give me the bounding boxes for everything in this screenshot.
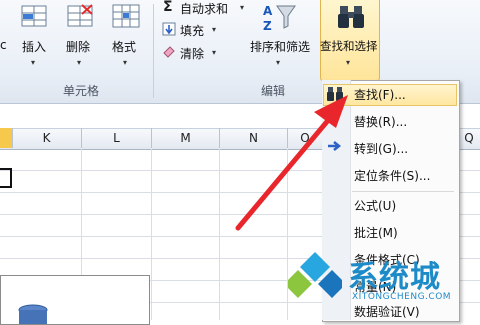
watermark-subtext: XITONGCHENG.COM — [352, 292, 452, 302]
watermark-text: 系统城 — [348, 260, 441, 295]
watermark-logo-icon — [288, 252, 342, 298]
